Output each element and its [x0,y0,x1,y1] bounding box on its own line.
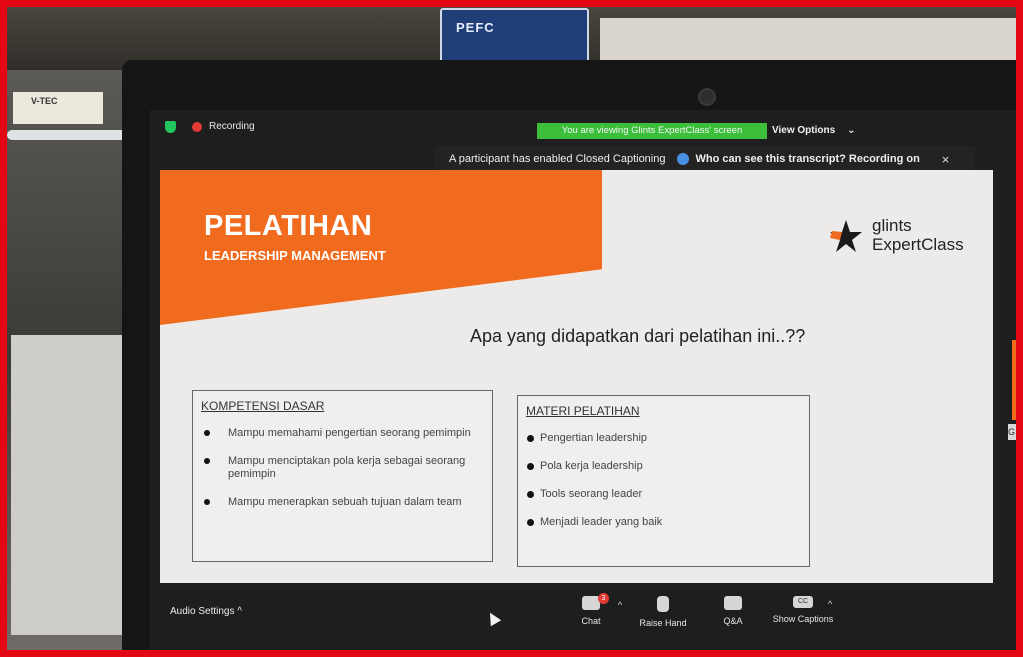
recording-dot-icon [192,122,202,132]
list-item: Pengertian leadership [526,432,801,445]
materi-heading: MATERI PELATIHAN [526,404,640,418]
list-item: Mampu memahami pengertian seorang pemimp… [201,427,476,440]
kompetensi-box: KOMPETENSI DASAR Mampu memahami pengerti… [192,390,493,562]
pefc-label: PEFC [456,20,495,35]
chevron-up-icon: ^ [237,606,242,617]
viewing-banner: You are viewing Glints ExpertClass' scre… [537,123,767,139]
list-item: Mampu menerapkan sebuah tujuan dalam tea… [201,496,476,509]
materi-list: Pengertian leadership Pola kerja leaders… [526,432,801,544]
meeting-toolbar: Audio Settings ^ 3 ^ Chat Raise Hand Q&A… [150,592,1016,640]
materi-box: MATERI PELATIHAN Pengertian leadership P… [517,395,810,567]
close-icon[interactable]: × [942,152,950,167]
list-item: Tools seorang leader [526,488,801,501]
slide-subtitle: LEADERSHIP MANAGEMENT [204,248,386,263]
list-item: Menjadi leader yang baik [526,516,801,529]
chat-unread-badge: 3 [598,593,609,604]
captioning-notice: A participant has enabled Closed Caption… [435,146,975,172]
show-captions-button[interactable]: CC ^ Show Captions [768,596,838,624]
kompetensi-list: Mampu memahami pengertian seorang pemimp… [201,427,476,524]
cc-notice-text: A participant has enabled Closed Caption… [449,153,666,165]
chevron-up-icon[interactable]: ^ [828,599,832,609]
product-label: V-TEC [13,92,103,124]
cable [7,130,127,140]
chevron-down-icon: ⌄ [847,125,856,136]
webcam [698,88,716,106]
list-item: Mampu menciptakan pola kerja sebagai seo… [201,455,476,481]
side-panel-edge [1012,340,1016,420]
security-shield-icon[interactable] [165,121,176,133]
raise-hand-button[interactable]: Raise Hand [628,596,698,628]
cc-icon: CC [793,596,813,608]
shared-slide: PELATIHAN LEADERSHIP MANAGEMENT glints E… [160,170,993,583]
chat-label: Chat [581,616,601,626]
logo-line1: glints [872,216,912,235]
slide-title: PELATIHAN [204,210,373,242]
qa-icon [724,596,742,610]
audio-settings-label: Audio Settings [170,606,235,617]
recording-label: Recording [209,121,255,132]
chat-button[interactable]: 3 ^ Chat [556,593,626,626]
paper-stack [11,335,131,635]
view-options-button[interactable]: View Options ⌄ [772,123,856,139]
glints-star-icon [830,220,862,252]
logo-line2: ExpertClass [872,235,964,254]
side-tab[interactable]: G [1008,424,1016,440]
view-options-label: View Options [772,125,836,136]
slide-question: Apa yang didapatkan dari pelatihan ini..… [470,326,806,346]
background-desk: V-TEC [7,70,137,650]
list-item: Pola kerja leadership [526,460,801,473]
show-captions-label: Show Captions [772,614,834,624]
kompetensi-heading: KOMPETENSI DASAR [201,399,325,413]
qa-label: Q&A [723,616,743,626]
audio-settings-button[interactable]: Audio Settings ^ [170,606,242,617]
chevron-up-icon[interactable]: ^ [618,600,622,610]
hand-icon [657,596,669,612]
qa-button[interactable]: Q&A [698,596,768,626]
participant-icon [677,153,690,165]
glints-logo-text: glints ExpertClass [872,216,964,254]
raise-hand-label: Raise Hand [639,618,687,628]
cc-question-link[interactable]: Who can see this transcript? Recording o… [695,153,919,165]
